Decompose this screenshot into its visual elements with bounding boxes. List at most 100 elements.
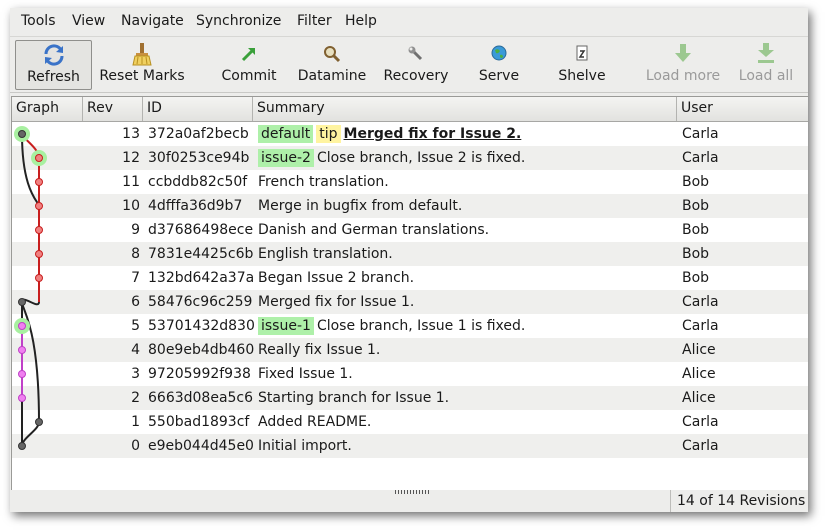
id-cell: 53701432d830 bbox=[148, 318, 255, 334]
revision-node bbox=[35, 250, 43, 258]
reset-marks-label: Reset Marks bbox=[99, 68, 185, 84]
user-cell: Alice bbox=[682, 342, 716, 358]
rev-cell: 9 bbox=[131, 222, 140, 238]
summary-cell: issue-2 Close branch, Issue 2 is fixed. bbox=[258, 146, 678, 170]
user-cell: Bob bbox=[682, 198, 710, 214]
rev-cell: 2 bbox=[131, 390, 140, 406]
summary-cell: Merged fix for Issue 1. bbox=[258, 290, 678, 314]
rev-cell: 13 bbox=[122, 126, 140, 142]
menu-synchronize[interactable]: Synchronize bbox=[196, 13, 281, 29]
rev-cell: 12 bbox=[122, 150, 140, 166]
revision-node bbox=[35, 154, 43, 162]
rev-cell: 7 bbox=[131, 270, 140, 286]
summary-text: Initial import. bbox=[258, 438, 352, 454]
table-row[interactable]: 10 4dfffa36d9b7 Merge in bugfix from defau… bbox=[12, 194, 808, 218]
summary-text: Merged fix for Issue 2. bbox=[343, 126, 522, 142]
rev-cell: 8 bbox=[131, 246, 140, 262]
load-all-label: Load all bbox=[738, 68, 794, 84]
commit-button[interactable]: Commit bbox=[218, 40, 280, 88]
graph-edge bbox=[21, 421, 40, 447]
summary-text: Added README. bbox=[258, 414, 372, 430]
summary-text: Close branch, Issue 2 is fixed. bbox=[316, 150, 526, 166]
column-header-user[interactable]: User bbox=[677, 97, 808, 121]
revision-node bbox=[35, 202, 43, 210]
shelve-button[interactable]: Shelve bbox=[550, 40, 614, 88]
summary-text: Close branch, Issue 1 is fixed. bbox=[316, 318, 526, 334]
serve-button[interactable]: Serve bbox=[472, 40, 526, 88]
user-cell: Bob bbox=[682, 270, 710, 286]
table-row[interactable]: 8 7831e4425c6b English translation. Bob bbox=[12, 242, 808, 266]
table-row[interactable]: 7 132bd642a37a Began Issue 2 branch. Bob bbox=[12, 266, 808, 290]
table-row[interactable]: 4 80e9eb4db460 Really fix Issue 1. Alice bbox=[12, 338, 808, 362]
toolbar: Refresh Reset Marks Commit Datamine Reco… bbox=[10, 37, 808, 93]
id-cell: ccbddb82c50f bbox=[148, 174, 248, 190]
table-row[interactable]: 3 97205992f938 Fixed Issue 1. Alice bbox=[12, 362, 808, 386]
rev-cell: 0 bbox=[131, 438, 140, 454]
revision-node bbox=[18, 130, 26, 138]
wrench-icon bbox=[408, 46, 423, 61]
toolbar-separator bbox=[10, 92, 808, 93]
branch-tag: default bbox=[258, 125, 314, 143]
menu-navigate[interactable]: Navigate bbox=[121, 13, 184, 29]
summary-cell: issue-1 Close branch, Issue 1 is fixed. bbox=[258, 314, 678, 338]
shelve-icon bbox=[576, 45, 588, 61]
summary-cell: English translation. bbox=[258, 242, 678, 266]
summary-cell: French translation. bbox=[258, 170, 678, 194]
rev-cell: 11 bbox=[122, 174, 140, 190]
down-arrow-icon bbox=[675, 44, 691, 62]
table-row[interactable]: 5 53701432d830 issue-1 Close branch, Issue … bbox=[12, 314, 808, 338]
commit-label: Commit bbox=[221, 68, 277, 84]
column-header-summary[interactable]: Summary bbox=[253, 97, 677, 121]
summary-text: French translation. bbox=[258, 174, 389, 190]
summary-cell: Added README. bbox=[258, 410, 678, 434]
summary-text: English translation. bbox=[258, 246, 393, 262]
menu-filter[interactable]: Filter bbox=[297, 13, 332, 29]
id-cell: 58476c96c259 bbox=[148, 294, 253, 310]
table-row[interactable]: 13 372a0af2becb default tip Merged fix for I… bbox=[12, 122, 808, 146]
menu-view[interactable]: View bbox=[72, 13, 105, 29]
table-row[interactable]: 0 e9eb044d45e0 Initial import. Carla bbox=[12, 434, 808, 458]
id-cell: d37686498ece bbox=[148, 222, 254, 238]
reset-marks-button[interactable]: Reset Marks bbox=[98, 40, 186, 88]
table-row[interactable]: 2 6663d08ea5c6 Starting branch for Issue 1… bbox=[12, 386, 808, 410]
summary-cell: default tip Merged fix for Issue 2. bbox=[258, 122, 678, 146]
id-cell: 97205992f938 bbox=[148, 366, 251, 382]
table-row[interactable]: 12 30f0253ce94b issue-2 Close branch, Issue… bbox=[12, 146, 808, 170]
revision-node bbox=[18, 322, 26, 330]
refresh-icon bbox=[43, 44, 64, 66]
refresh-button[interactable]: Refresh bbox=[15, 40, 92, 90]
summary-cell: Starting branch for Issue 1. bbox=[258, 386, 678, 410]
user-cell: Bob bbox=[682, 174, 710, 190]
menu-help[interactable]: Help bbox=[345, 13, 377, 29]
summary-cell: Really fix Issue 1. bbox=[258, 338, 678, 362]
table-row[interactable]: 11 ccbddb82c50f French translation. Bob bbox=[12, 170, 808, 194]
datamine-label: Datamine bbox=[297, 68, 367, 84]
user-cell: Carla bbox=[682, 414, 719, 430]
user-cell: Alice bbox=[682, 366, 716, 382]
id-cell: 80e9eb4db460 bbox=[148, 342, 255, 358]
menu-tools[interactable]: Tools bbox=[21, 13, 56, 29]
load-all-button[interactable]: Load all bbox=[736, 40, 796, 88]
user-cell: Carla bbox=[682, 318, 719, 334]
user-cell: Bob bbox=[682, 222, 710, 238]
table-row[interactable]: 1 550bad1893cf Added README. Carla bbox=[12, 410, 808, 434]
load-more-button[interactable]: Load more bbox=[644, 40, 722, 88]
column-header-id[interactable]: ID bbox=[143, 97, 253, 121]
recovery-button[interactable]: Recovery bbox=[380, 40, 452, 88]
summary-text: Fixed Issue 1. bbox=[258, 366, 353, 382]
datamine-button[interactable]: Datamine bbox=[296, 40, 368, 88]
resize-grip[interactable] bbox=[395, 490, 429, 494]
revision-node bbox=[35, 226, 43, 234]
table-row[interactable]: 9 d37686498ece Danish and German translati… bbox=[12, 218, 808, 242]
column-header-rev[interactable]: Rev bbox=[83, 97, 143, 121]
user-cell: Carla bbox=[682, 150, 719, 166]
tip-tag: tip bbox=[316, 125, 341, 143]
status-bar: 14 of 14 Revisions bbox=[10, 490, 808, 512]
summary-text: Danish and German translations. bbox=[258, 222, 490, 238]
user-cell: Carla bbox=[682, 126, 719, 142]
table-row[interactable]: 6 58476c96c259 Merged fix for Issue 1. Carl… bbox=[12, 290, 808, 314]
revision-count-status: 14 of 14 Revisions bbox=[670, 490, 805, 512]
column-header-graph[interactable]: Graph bbox=[12, 97, 83, 121]
rev-cell: 6 bbox=[131, 294, 140, 310]
magnifier-icon bbox=[324, 46, 341, 63]
